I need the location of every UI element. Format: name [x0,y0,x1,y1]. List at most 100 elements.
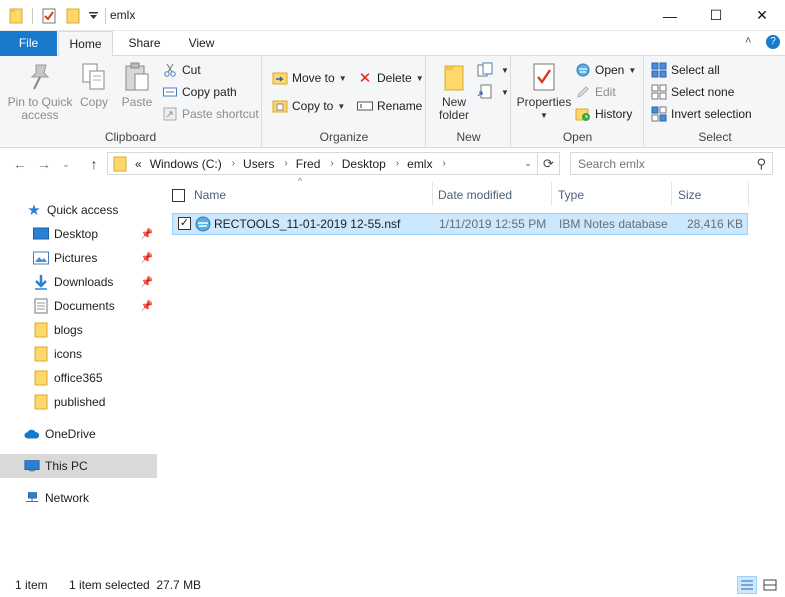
breadcrumb-separator[interactable]: › [284,158,287,169]
up-arrow-icon[interactable]: ↑ [84,154,104,174]
column-divider[interactable] [748,182,749,206]
new-folder-icon [438,60,470,94]
column-header-size[interactable]: Size [678,183,748,207]
move-to-button[interactable]: Move to ▼ [272,68,347,88]
copy-path-button[interactable]: Copy path [162,82,237,102]
select-all-button[interactable]: Select all [651,60,720,80]
nav-item-pictures[interactable]: Pictures 📌 [0,246,157,270]
column-divider[interactable] [551,182,552,206]
breadcrumb-windows-c[interactable]: Windows (C:) [150,157,222,171]
nav-item-icons[interactable]: icons [0,342,157,366]
recent-locations-chevron-down-icon[interactable]: ⌄ [56,154,76,174]
breadcrumb-fred[interactable]: Fred [296,157,321,171]
back-arrow-icon[interactable]: ← [10,154,30,174]
invert-selection-button[interactable]: Invert selection [651,104,752,124]
status-bar: 1 item 1 item selected 27.7 MB [0,572,785,597]
tab-file[interactable]: File [0,31,57,56]
organize-group-label: Organize [319,130,369,144]
breadcrumb-separator[interactable]: › [442,158,445,169]
new-item-button[interactable]: ▼ [477,60,509,80]
pin-icon[interactable]: 📌 [141,253,153,264]
nav-item-label: Desktop [54,227,99,241]
history-icon [575,106,591,122]
breadcrumb-desktop[interactable]: Desktop [342,157,386,171]
new-folder-icon[interactable] [63,6,83,26]
select-all-checkbox[interactable] [172,183,185,207]
column-header-name[interactable]: Name [194,183,424,207]
nav-onedrive[interactable]: OneDrive [0,422,157,446]
rename-button[interactable]: Rename [357,96,422,116]
nav-item-documents[interactable]: Documents 📌 [0,294,157,318]
address-history-chevron-down-icon[interactable]: ⌄ [520,153,536,174]
paste-shortcut-button[interactable]: Paste shortcut [162,104,259,124]
nav-item-published[interactable]: published [0,390,157,414]
easy-access-button[interactable]: ▼ [477,82,509,102]
pin-to-quick-access-button[interactable]: Pin to Quick access [4,60,76,122]
history-button[interactable]: History [575,104,632,124]
breadcrumb-separator[interactable]: › [396,158,399,169]
copy-to-button[interactable]: Copy to ▼ [272,96,345,116]
nav-network[interactable]: Network [0,486,157,510]
breadcrumb-overflow[interactable]: « [135,157,142,171]
copy-to-folder-icon [272,98,288,114]
new-folder-button[interactable]: New folder [433,60,475,122]
nav-item-label: blogs [54,323,83,337]
open-button[interactable]: Open ▼ [575,60,636,80]
collapse-ribbon-button[interactable]: ˄ [745,35,751,47]
refresh-icon[interactable]: ⟳ [537,153,559,174]
row-checkbox-checked[interactable]: ✓ [178,217,191,230]
pictures-icon [33,250,49,266]
properties-icon[interactable] [39,6,59,26]
breadcrumb-separator[interactable]: › [330,158,333,169]
pin-icon[interactable]: 📌 [141,229,153,240]
chevron-down-icon: ▼ [338,73,347,83]
breadcrumb-users[interactable]: Users [243,157,274,171]
column-header-type[interactable]: Type [558,183,668,207]
qat-separator [32,8,33,24]
open-label: Open [595,63,625,77]
select-none-button[interactable]: Select none [651,82,734,102]
search-box[interactable]: ⚲ [570,152,773,175]
column-divider[interactable] [432,182,433,206]
forward-arrow-icon[interactable]: → [34,154,54,174]
ribbon: Pin to Quick access Copy Paste Cut Copy … [0,56,785,148]
nav-this-pc[interactable]: This PC [0,454,157,478]
breadcrumb-separator[interactable]: › [232,158,235,169]
nav-item-desktop[interactable]: Desktop 📌 [0,222,157,246]
pin-label-line2: access [21,108,59,122]
select-none-icon [651,84,667,100]
details-view-icon[interactable] [737,576,757,594]
search-input[interactable] [578,153,748,174]
help-button[interactable]: ? [766,35,780,49]
paste-button[interactable]: Paste [117,60,157,109]
copy-path-label: Copy path [182,85,237,99]
pin-icon[interactable]: 📌 [141,277,153,288]
address-bar[interactable]: « Windows (C:) › Users › Fred › Desktop … [107,152,560,175]
properties-button[interactable]: Properties ▼ [516,60,572,122]
tab-share[interactable]: Share [117,31,172,56]
customize-qat-chevron-down-icon[interactable] [87,6,99,26]
maximize-button[interactable]: ☐ [693,0,739,31]
chevron-down-icon: ▼ [501,65,509,75]
nav-item-blogs[interactable]: blogs [0,318,157,342]
cut-button[interactable]: Cut [162,60,201,80]
nav-quick-access[interactable]: ★ Quick access [0,198,157,222]
delete-button[interactable]: ✕ Delete ▼ [357,68,424,88]
column-header-date-modified[interactable]: Date modified [438,183,548,207]
table-row[interactable]: ✓ RECTOOLS_11-01-2019 12-55.nsf 1/11/201… [172,213,748,235]
qat-separator [105,8,106,24]
copy-button[interactable]: Copy [76,60,112,109]
minimize-button[interactable]: — [647,0,693,31]
nav-item-office365[interactable]: office365 [0,366,157,390]
column-divider[interactable] [671,182,672,206]
select-all-label: Select all [671,63,720,77]
edit-button[interactable]: Edit [575,82,616,102]
nav-item-downloads[interactable]: Downloads 📌 [0,270,157,294]
pin-icon[interactable]: 📌 [141,301,153,312]
close-button[interactable]: ✕ [739,0,785,31]
tab-home[interactable]: Home [58,31,113,57]
new-item-icon [477,62,493,78]
tab-view[interactable]: View [174,31,229,56]
large-icons-view-icon[interactable] [760,576,780,594]
breadcrumb-emlx[interactable]: emlx [407,157,432,171]
